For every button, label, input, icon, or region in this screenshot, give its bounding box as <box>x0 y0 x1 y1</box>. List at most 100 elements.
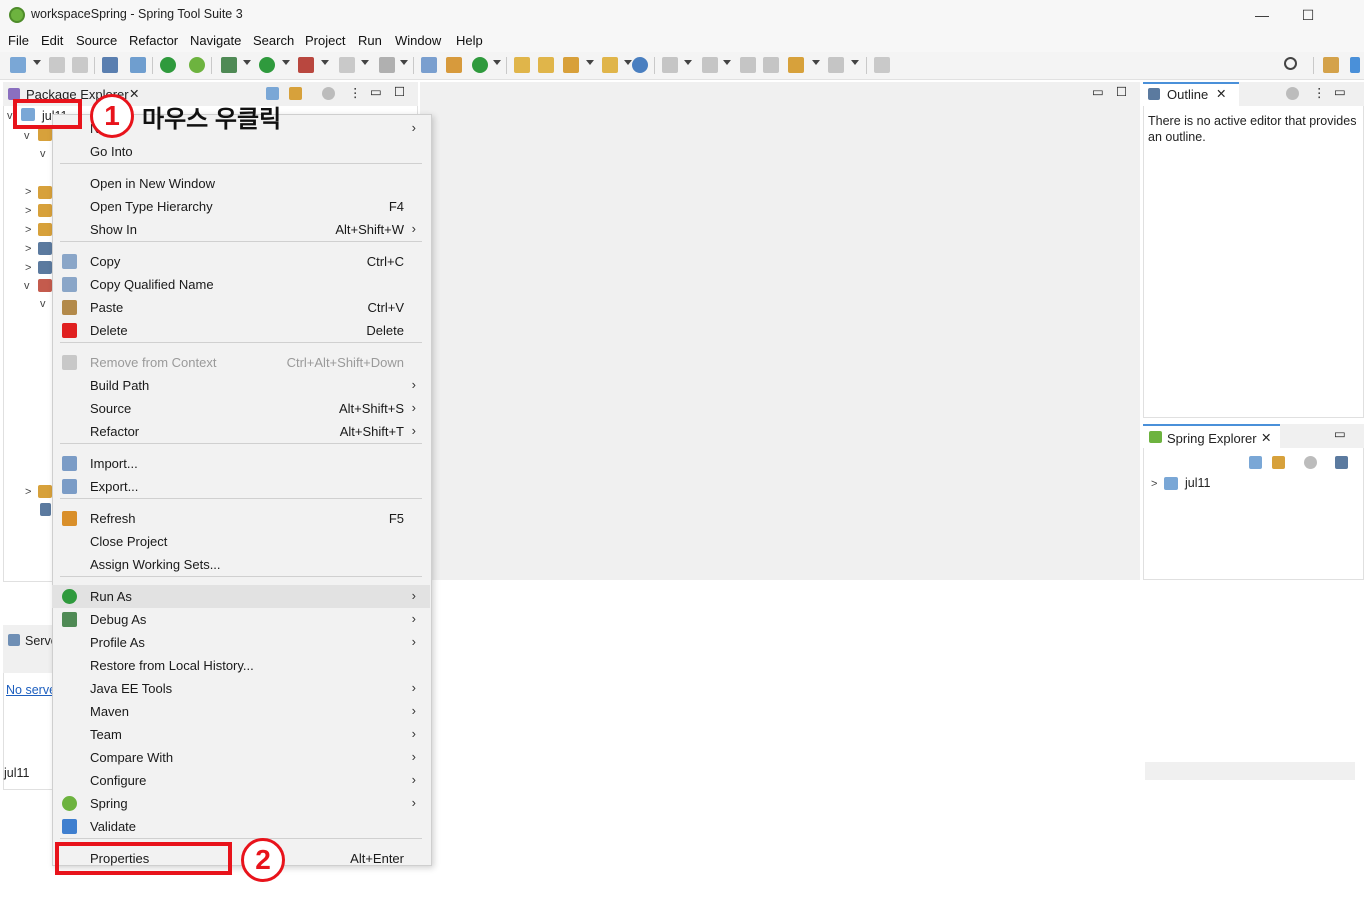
sort-icon[interactable] <box>1335 456 1348 469</box>
context-menu-item-copy[interactable]: Copy Ctrl+C <box>52 250 430 273</box>
context-menu-item-export[interactable]: Export... <box>52 475 430 498</box>
maximize-button[interactable]: ☐ <box>1293 5 1323 25</box>
chevron-down-icon[interactable] <box>243 60 251 65</box>
context-menu-item-refresh[interactable]: Refresh F5 <box>52 507 430 530</box>
context-menu-item-run-as[interactable]: Run As › <box>52 585 430 608</box>
chevron-down-icon[interactable] <box>812 60 820 65</box>
filter-icon[interactable] <box>1286 87 1299 100</box>
back-icon[interactable] <box>788 57 804 73</box>
open-perspective-icon[interactable] <box>1323 57 1339 73</box>
java-perspective-icon[interactable] <box>1350 57 1360 73</box>
context-menu-item-remove-from-context[interactable]: Remove from Context Ctrl+Alt+Shift+Down <box>52 351 430 374</box>
run-external-icon[interactable] <box>298 57 314 73</box>
open-task-icon[interactable] <box>563 57 579 73</box>
context-menu-item-configure[interactable]: Configure › <box>52 769 430 792</box>
new-java-project-icon[interactable] <box>421 57 437 73</box>
context-menu-item-import[interactable]: Import... <box>52 452 430 475</box>
save-icon[interactable] <box>49 57 65 73</box>
context-menu-item-team[interactable]: Team › <box>52 723 430 746</box>
collapse-all-icon[interactable] <box>1249 456 1262 469</box>
menu-search[interactable]: Search <box>253 33 294 48</box>
menu-project[interactable]: Project <box>305 33 345 48</box>
spring-project-label[interactable]: jul11 <box>1185 476 1210 490</box>
context-menu-item-source[interactable]: Source Alt+Shift+S › <box>52 397 430 420</box>
chevron-right-icon[interactable]: > <box>1151 478 1157 490</box>
chevron-right-icon[interactable]: > <box>25 243 31 255</box>
chevron-down-icon[interactable] <box>400 60 408 65</box>
context-menu-item-debug-as[interactable]: Debug As › <box>52 608 430 631</box>
context-menu-item-java-ee-tools[interactable]: Java EE Tools › <box>52 677 430 700</box>
context-menu-item-profile-as[interactable]: Profile As › <box>52 631 430 654</box>
server-start-icon[interactable] <box>160 57 176 73</box>
chevron-down-icon[interactable] <box>684 60 692 65</box>
context-menu-item-validate[interactable]: Validate <box>52 815 430 838</box>
link-editor-icon[interactable] <box>289 87 302 100</box>
context-menu-item-show-in[interactable]: Show In Alt+Shift+W › <box>52 218 430 241</box>
filter-icon[interactable] <box>1304 456 1317 469</box>
chevron-down-icon[interactable] <box>361 60 369 65</box>
outline-tab[interactable]: Outline <box>1167 87 1208 102</box>
spring-boot-icon[interactable] <box>189 57 205 73</box>
new-icon[interactable] <box>10 57 26 73</box>
menu-run[interactable]: Run <box>358 33 382 48</box>
chevron-right-icon[interactable]: > <box>25 224 31 236</box>
context-menu-item-compare-with[interactable]: Compare With › <box>52 746 430 769</box>
view-menu-icon[interactable]: ⋮ <box>1313 85 1326 100</box>
maximize-view-icon[interactable]: ☐ <box>1116 84 1127 99</box>
globe-icon[interactable] <box>632 57 648 73</box>
chevron-down-icon[interactable]: v <box>40 148 46 160</box>
chevron-down-icon[interactable]: v <box>7 110 13 122</box>
chevron-down-icon[interactable] <box>321 60 329 65</box>
context-menu-item-restore-from-local-history[interactable]: Restore from Local History... <box>52 654 430 677</box>
menu-navigate[interactable]: Navigate <box>190 33 241 48</box>
chevron-down-icon[interactable] <box>723 60 731 65</box>
previous-annotation-icon[interactable] <box>702 57 718 73</box>
menu-file[interactable]: File <box>8 33 29 48</box>
chevron-down-icon[interactable] <box>493 60 501 65</box>
new-class-icon[interactable] <box>472 57 488 73</box>
close-icon[interactable]: ✕ <box>129 86 139 101</box>
context-menu-item-spring[interactable]: Spring › <box>52 792 430 815</box>
menu-help[interactable]: Help <box>456 33 483 48</box>
context-menu-item-delete[interactable]: Delete Delete <box>52 319 430 342</box>
chevron-down-icon[interactable] <box>586 60 594 65</box>
context-menu-item-open-in-new-window[interactable]: Open in New Window <box>52 172 430 195</box>
open-resource-icon[interactable] <box>538 57 554 73</box>
stop-icon[interactable] <box>339 57 355 73</box>
spring-explorer-tab[interactable]: Spring Explorer <box>1167 431 1257 446</box>
close-icon[interactable]: ✕ <box>1261 430 1271 445</box>
menu-window[interactable]: Window <box>395 33 441 48</box>
chevron-down-icon[interactable]: v <box>24 280 30 292</box>
chevron-right-icon[interactable]: > <box>25 262 31 274</box>
chevron-down-icon[interactable]: v <box>40 298 46 310</box>
maximize-view-icon[interactable]: ☐ <box>394 84 405 99</box>
run-icon[interactable] <box>259 57 275 73</box>
chevron-down-icon[interactable] <box>851 60 859 65</box>
close-icon[interactable]: ✕ <box>1216 86 1226 101</box>
chevron-down-icon[interactable] <box>624 60 632 65</box>
console-icon[interactable] <box>102 57 118 73</box>
search-tool-icon[interactable] <box>130 57 146 73</box>
context-menu-item-close-project[interactable]: Close Project <box>52 530 430 553</box>
next-annotation-icon[interactable] <box>662 57 678 73</box>
context-menu-item-open-type-hierarchy[interactable]: Open Type Hierarchy F4 <box>52 195 430 218</box>
menu-refactor[interactable]: Refactor <box>129 33 178 48</box>
context-menu-item-build-path[interactable]: Build Path › <box>52 374 430 397</box>
servers-tab[interactable]: Servers <box>25 634 52 648</box>
menu-source[interactable]: Source <box>76 33 117 48</box>
forward-edit-icon[interactable] <box>763 57 779 73</box>
minimize-button[interactable]: — <box>1247 5 1277 25</box>
chevron-down-icon[interactable]: v <box>24 130 30 142</box>
no-servers-link[interactable]: No servers <box>6 683 52 697</box>
debug-icon[interactable] <box>221 57 237 73</box>
chevron-right-icon[interactable]: > <box>25 186 31 198</box>
forward-icon[interactable] <box>828 57 844 73</box>
chevron-right-icon[interactable]: > <box>25 486 31 498</box>
minimize-view-icon[interactable]: ▭ <box>1334 84 1346 99</box>
menu-edit[interactable]: Edit <box>41 33 63 48</box>
context-menu-item-paste[interactable]: Paste Ctrl+V <box>52 296 430 319</box>
link-editor-icon[interactable] <box>1272 456 1285 469</box>
search-icon[interactable] <box>1284 57 1297 70</box>
open-type-icon[interactable] <box>514 57 530 73</box>
view-menu-icon[interactable]: ⋮ <box>349 85 362 100</box>
